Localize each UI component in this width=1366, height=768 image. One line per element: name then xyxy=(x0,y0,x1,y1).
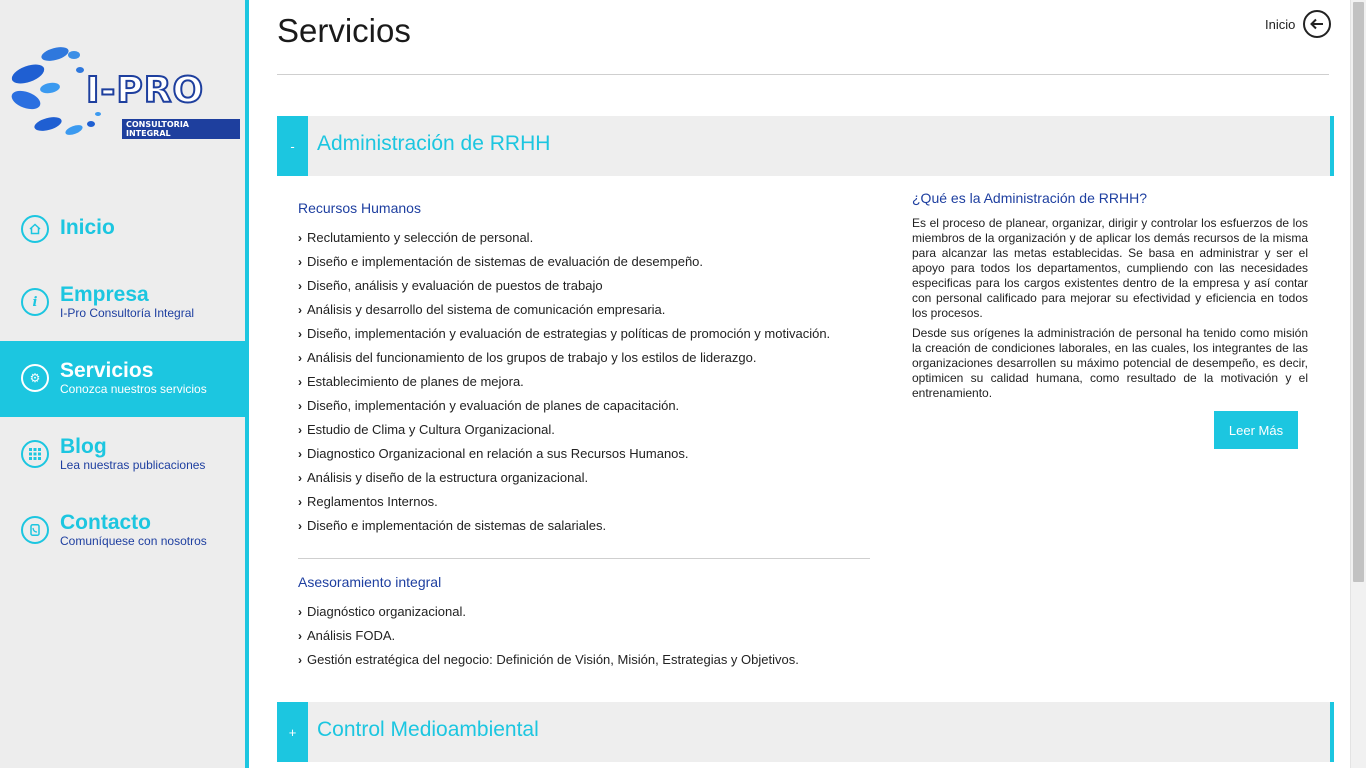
list-item-text: Reglamentos Internos. xyxy=(307,494,438,509)
accordion-header-rrhh[interactable]: - Administración de RRHH xyxy=(277,116,1334,176)
list-item-text: Diseño, análisis y evaluación de puestos… xyxy=(307,278,603,293)
list-item-text: Diseño, implementación y evaluación de p… xyxy=(307,398,680,413)
list-item: › Diseño, implementación y evaluación de … xyxy=(298,394,830,418)
list-item: › Diseño, implementación y evaluación de … xyxy=(298,322,830,346)
vertical-scrollbar[interactable] xyxy=(1350,0,1366,768)
list-item-text: Gestión estratégica del negocio: Definic… xyxy=(307,652,799,667)
chevron-right-icon: › xyxy=(298,653,302,667)
services-list-rrhh: › Reclutamiento y selección de personal. ›… xyxy=(298,226,830,538)
list-item-text: Diagnóstico organizacional. xyxy=(307,604,466,619)
home-icon xyxy=(21,215,49,243)
accordion-header-medioambiental[interactable]: + Control Medioambiental xyxy=(277,702,1334,762)
chevron-right-icon: › xyxy=(298,519,302,533)
list-item-text: Diseño, implementación y evaluación de e… xyxy=(307,326,831,341)
list-item: › Establecimiento de planes de mejora. xyxy=(298,370,830,394)
list-item-text: Análisis y diseño de la estructura organ… xyxy=(307,470,589,485)
chevron-right-icon: › xyxy=(298,399,302,413)
nav-item-contacto[interactable]: Contacto Comuníquese con nosotros xyxy=(0,493,245,569)
chevron-right-icon: › xyxy=(298,629,302,643)
section-divider xyxy=(298,558,870,559)
accordion-accent-bar xyxy=(1330,116,1334,176)
nav-title: Contacto xyxy=(60,511,151,534)
nav-subtitle: Conozca nuestros servicios xyxy=(60,382,207,396)
chevron-right-icon: › xyxy=(298,255,302,269)
read-more-button[interactable]: Leer Más xyxy=(1214,411,1298,449)
expand-toggle[interactable]: + xyxy=(277,702,308,762)
gears-icon: ⚙ xyxy=(21,364,49,392)
sidebar: I-PRO CONSULTORIA INTEGRAL Inicio i Empr… xyxy=(0,0,245,768)
list-item: › Análisis y desarrollo del sistema de co… xyxy=(298,298,830,322)
sidebar-divider xyxy=(245,0,249,768)
nav-item-blog[interactable]: Blog Lea nuestras publicaciones xyxy=(0,417,245,493)
info-paragraph-2: Desde sus orígenes la administración de … xyxy=(912,326,1308,400)
nav-item-servicios[interactable]: ⚙ Servicios Conozca nuestros servicios xyxy=(0,341,245,417)
list-item: › Diagnóstico organizacional. xyxy=(298,600,799,624)
scrollbar-thumb[interactable] xyxy=(1353,2,1364,582)
grid-icon xyxy=(21,440,49,468)
chevron-right-icon: › xyxy=(298,231,302,245)
list-item: › Análisis del funcionamiento de los grup… xyxy=(298,346,830,370)
section-title-recursos-humanos: Recursos Humanos xyxy=(298,200,421,216)
chevron-right-icon: › xyxy=(298,351,302,365)
chevron-right-icon: › xyxy=(298,605,302,619)
services-list-asesoramiento: › Diagnóstico organizacional. › Análisis FO… xyxy=(298,600,799,672)
list-item: › Diseño e implementación de sistemas de … xyxy=(298,514,830,538)
nav-title: Inicio xyxy=(60,216,115,239)
nav-subtitle: I-Pro Consultoría Integral xyxy=(60,306,195,320)
list-item-text: Estudio de Clima y Cultura Organizaciona… xyxy=(307,422,555,437)
list-item: › Análisis y diseño de la estructura orga… xyxy=(298,466,830,490)
collapse-toggle[interactable]: - xyxy=(277,116,308,176)
nav-title: Empresa xyxy=(60,283,149,306)
list-item-text: Diseño e implementación de sistemas de e… xyxy=(307,254,704,269)
nav-subtitle: Comuníquese con nosotros xyxy=(60,534,207,548)
list-item: › Gestión estratégica del negocio: Defini… xyxy=(298,648,799,672)
list-item: › Reclutamiento y selección de personal. xyxy=(298,226,830,250)
list-item: › Reglamentos Internos. xyxy=(298,490,830,514)
logo-subtitle: CONSULTORIA INTEGRAL xyxy=(122,119,240,139)
chevron-right-icon: › xyxy=(298,303,302,317)
list-item-text: Diagnostico Organizacional en relación a… xyxy=(307,446,689,461)
accordion-title: Administración de RRHH xyxy=(317,132,551,155)
nav-title: Servicios xyxy=(60,359,154,382)
list-item: › Diagnostico Organizacional en relación … xyxy=(298,442,830,466)
accordion-accent-bar xyxy=(1330,702,1334,762)
section-title-asesoramiento: Asesoramiento integral xyxy=(298,574,442,590)
home-link[interactable]: Inicio xyxy=(1265,10,1332,38)
info-icon: i xyxy=(21,288,49,316)
chevron-right-icon: › xyxy=(298,375,302,389)
list-item-text: Reclutamiento y selección de personal. xyxy=(307,230,534,245)
nav-title: Blog xyxy=(60,435,107,458)
chevron-right-icon: › xyxy=(298,471,302,485)
chevron-right-icon: › xyxy=(298,447,302,461)
list-item: › Diseño e implementación de sistemas de … xyxy=(298,250,830,274)
header-divider xyxy=(277,74,1329,75)
chevron-right-icon: › xyxy=(298,279,302,293)
list-item-text: Diseño e implementación de sistemas de s… xyxy=(307,518,607,533)
list-item-text: Análisis FODA. xyxy=(307,628,396,643)
list-item: › Diseño, análisis y evaluación de puesto… xyxy=(298,274,830,298)
info-paragraph-1: Es el proceso de planear, organizar, dir… xyxy=(912,216,1308,320)
chevron-right-icon: › xyxy=(298,423,302,437)
phone-icon xyxy=(21,516,49,544)
nav-subtitle: Lea nuestras publicaciones xyxy=(60,458,206,472)
nav-item-empresa[interactable]: i Empresa I-Pro Consultoría Integral xyxy=(0,265,245,341)
info-title: ¿Qué es la Administración de RRHH? xyxy=(912,190,1147,206)
logo-text: I-PRO xyxy=(85,69,205,112)
list-item-text: Establecimiento de planes de mejora. xyxy=(307,374,524,389)
list-item: › Estudio de Clima y Cultura Organizacion… xyxy=(298,418,830,442)
list-item-text: Análisis del funcionamiento de los grupo… xyxy=(307,350,757,365)
list-item-text: Análisis y desarrollo del sistema de com… xyxy=(307,302,666,317)
nav-item-inicio[interactable]: Inicio xyxy=(0,190,245,266)
logo[interactable]: I-PRO CONSULTORIA INTEGRAL xyxy=(8,42,240,142)
list-item: › Análisis FODA. xyxy=(298,624,799,648)
home-link-label: Inicio xyxy=(1265,16,1296,32)
accordion-title: Control Medioambiental xyxy=(317,718,539,741)
chevron-right-icon: › xyxy=(298,495,302,509)
chevron-right-icon: › xyxy=(298,327,302,341)
page-title: Servicios xyxy=(277,12,411,49)
back-arrow-icon[interactable] xyxy=(1303,10,1332,38)
